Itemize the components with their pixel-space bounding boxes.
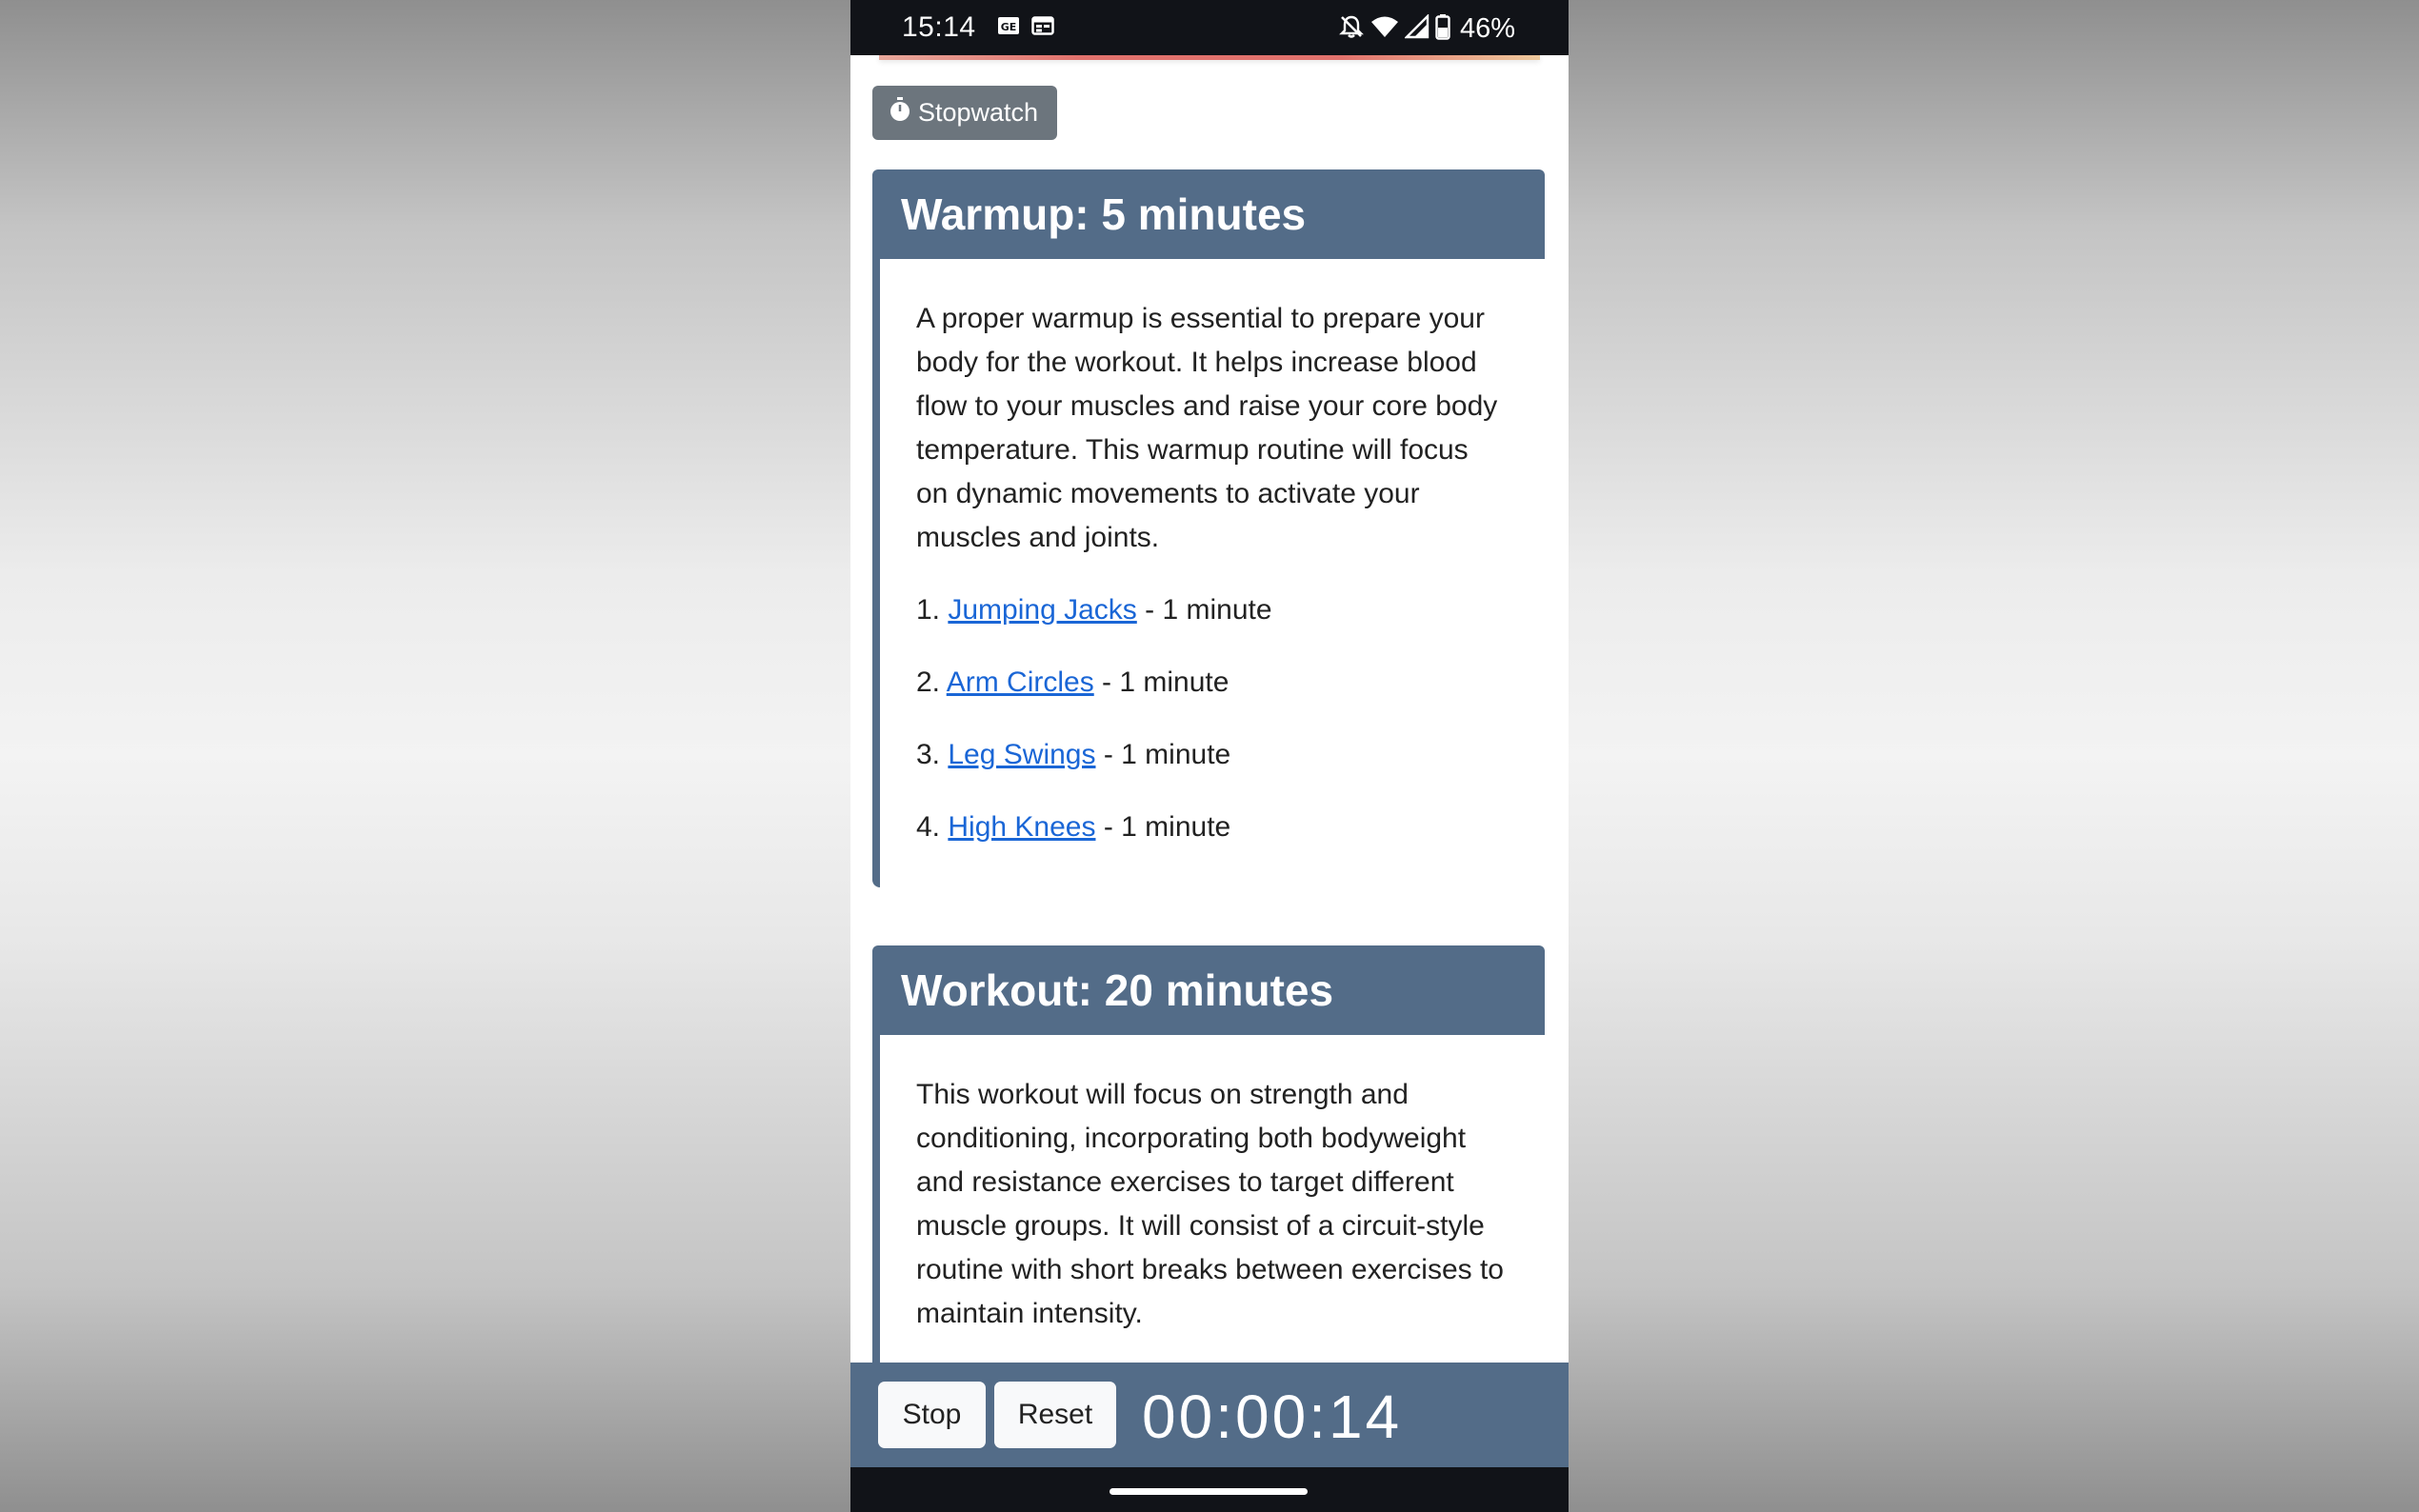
home-gesture-handle[interactable] bbox=[1110, 1488, 1308, 1495]
wifi-icon bbox=[1370, 14, 1399, 44]
stop-button[interactable]: Stop bbox=[878, 1382, 986, 1448]
status-system-icons: 46% bbox=[1338, 13, 1515, 45]
status-time: 15:14 bbox=[902, 11, 976, 43]
workout-header: Workout: 20 minutes bbox=[872, 945, 1545, 1035]
exercise-link-arm-circles[interactable]: Arm Circles bbox=[947, 666, 1094, 698]
navigation-bar bbox=[850, 1467, 1569, 1512]
exercise-item: 2. Arm Circles - 1 minute bbox=[916, 661, 1507, 705]
status-notification-icons: GE bbox=[997, 15, 1054, 41]
exercise-duration: - 1 minute bbox=[1095, 739, 1231, 770]
exercise-link-high-knees[interactable]: High Knees bbox=[948, 811, 1095, 843]
exercise-item: 3. Leg Swings - 1 minute bbox=[916, 733, 1507, 777]
exercise-item: 1. Jumping Jacks - 1 minute bbox=[916, 588, 1507, 632]
signal-icon bbox=[1404, 13, 1429, 44]
workout-description: This workout will focus on strength and … bbox=[916, 1079, 1504, 1329]
exercise-link-leg-swings[interactable]: Leg Swings bbox=[948, 739, 1095, 770]
exercise-number: 2. bbox=[916, 666, 941, 698]
calendar-icon bbox=[1031, 15, 1054, 41]
notifications-off-icon bbox=[1338, 13, 1365, 45]
battery-icon bbox=[1435, 13, 1450, 45]
stopwatch-button[interactable]: Stopwatch bbox=[872, 86, 1057, 140]
stopwatch-icon bbox=[888, 96, 918, 129]
warmup-header: Warmup: 5 minutes bbox=[872, 169, 1545, 259]
exercise-number: 1. bbox=[916, 594, 941, 626]
exercise-item: 4. High Knees - 1 minute bbox=[916, 806, 1507, 849]
warmup-exercise-list: 1. Jumping Jacks - 1 minute 2. Arm Circl… bbox=[916, 588, 1507, 849]
status-bar: 15:14 GE 46% bbox=[850, 0, 1569, 55]
warmup-body: A proper warmup is essential to prepare … bbox=[872, 259, 1545, 887]
exercise-number: 3. bbox=[916, 739, 941, 770]
warmup-description: A proper warmup is essential to prepare … bbox=[916, 303, 1498, 553]
reset-button[interactable]: Reset bbox=[994, 1382, 1116, 1448]
header-accent-line bbox=[879, 55, 1540, 60]
exercise-number: 4. bbox=[916, 811, 941, 843]
exercise-duration: - 1 minute bbox=[1136, 594, 1272, 626]
exercise-link-jumping-jacks[interactable]: Jumping Jacks bbox=[948, 594, 1136, 626]
stopwatch-timer-display: 00:00:14 bbox=[1142, 1383, 1403, 1451]
gmail-icon: GE bbox=[997, 15, 1020, 41]
warmup-section: Warmup: 5 minutes A proper warmup is ess… bbox=[872, 169, 1545, 887]
stopwatch-control-bar: Stop Reset 00:00:14 bbox=[850, 1363, 1569, 1467]
battery-percentage: 46% bbox=[1459, 13, 1515, 44]
exercise-duration: - 1 minute bbox=[1095, 811, 1231, 843]
phone-screen: 15:14 GE 46% Stopwatch Warmup: 5 minutes… bbox=[850, 0, 1569, 1512]
stopwatch-button-label: Stopwatch bbox=[918, 98, 1039, 127]
svg-text:GE: GE bbox=[1001, 21, 1017, 33]
exercise-duration: - 1 minute bbox=[1093, 666, 1229, 698]
